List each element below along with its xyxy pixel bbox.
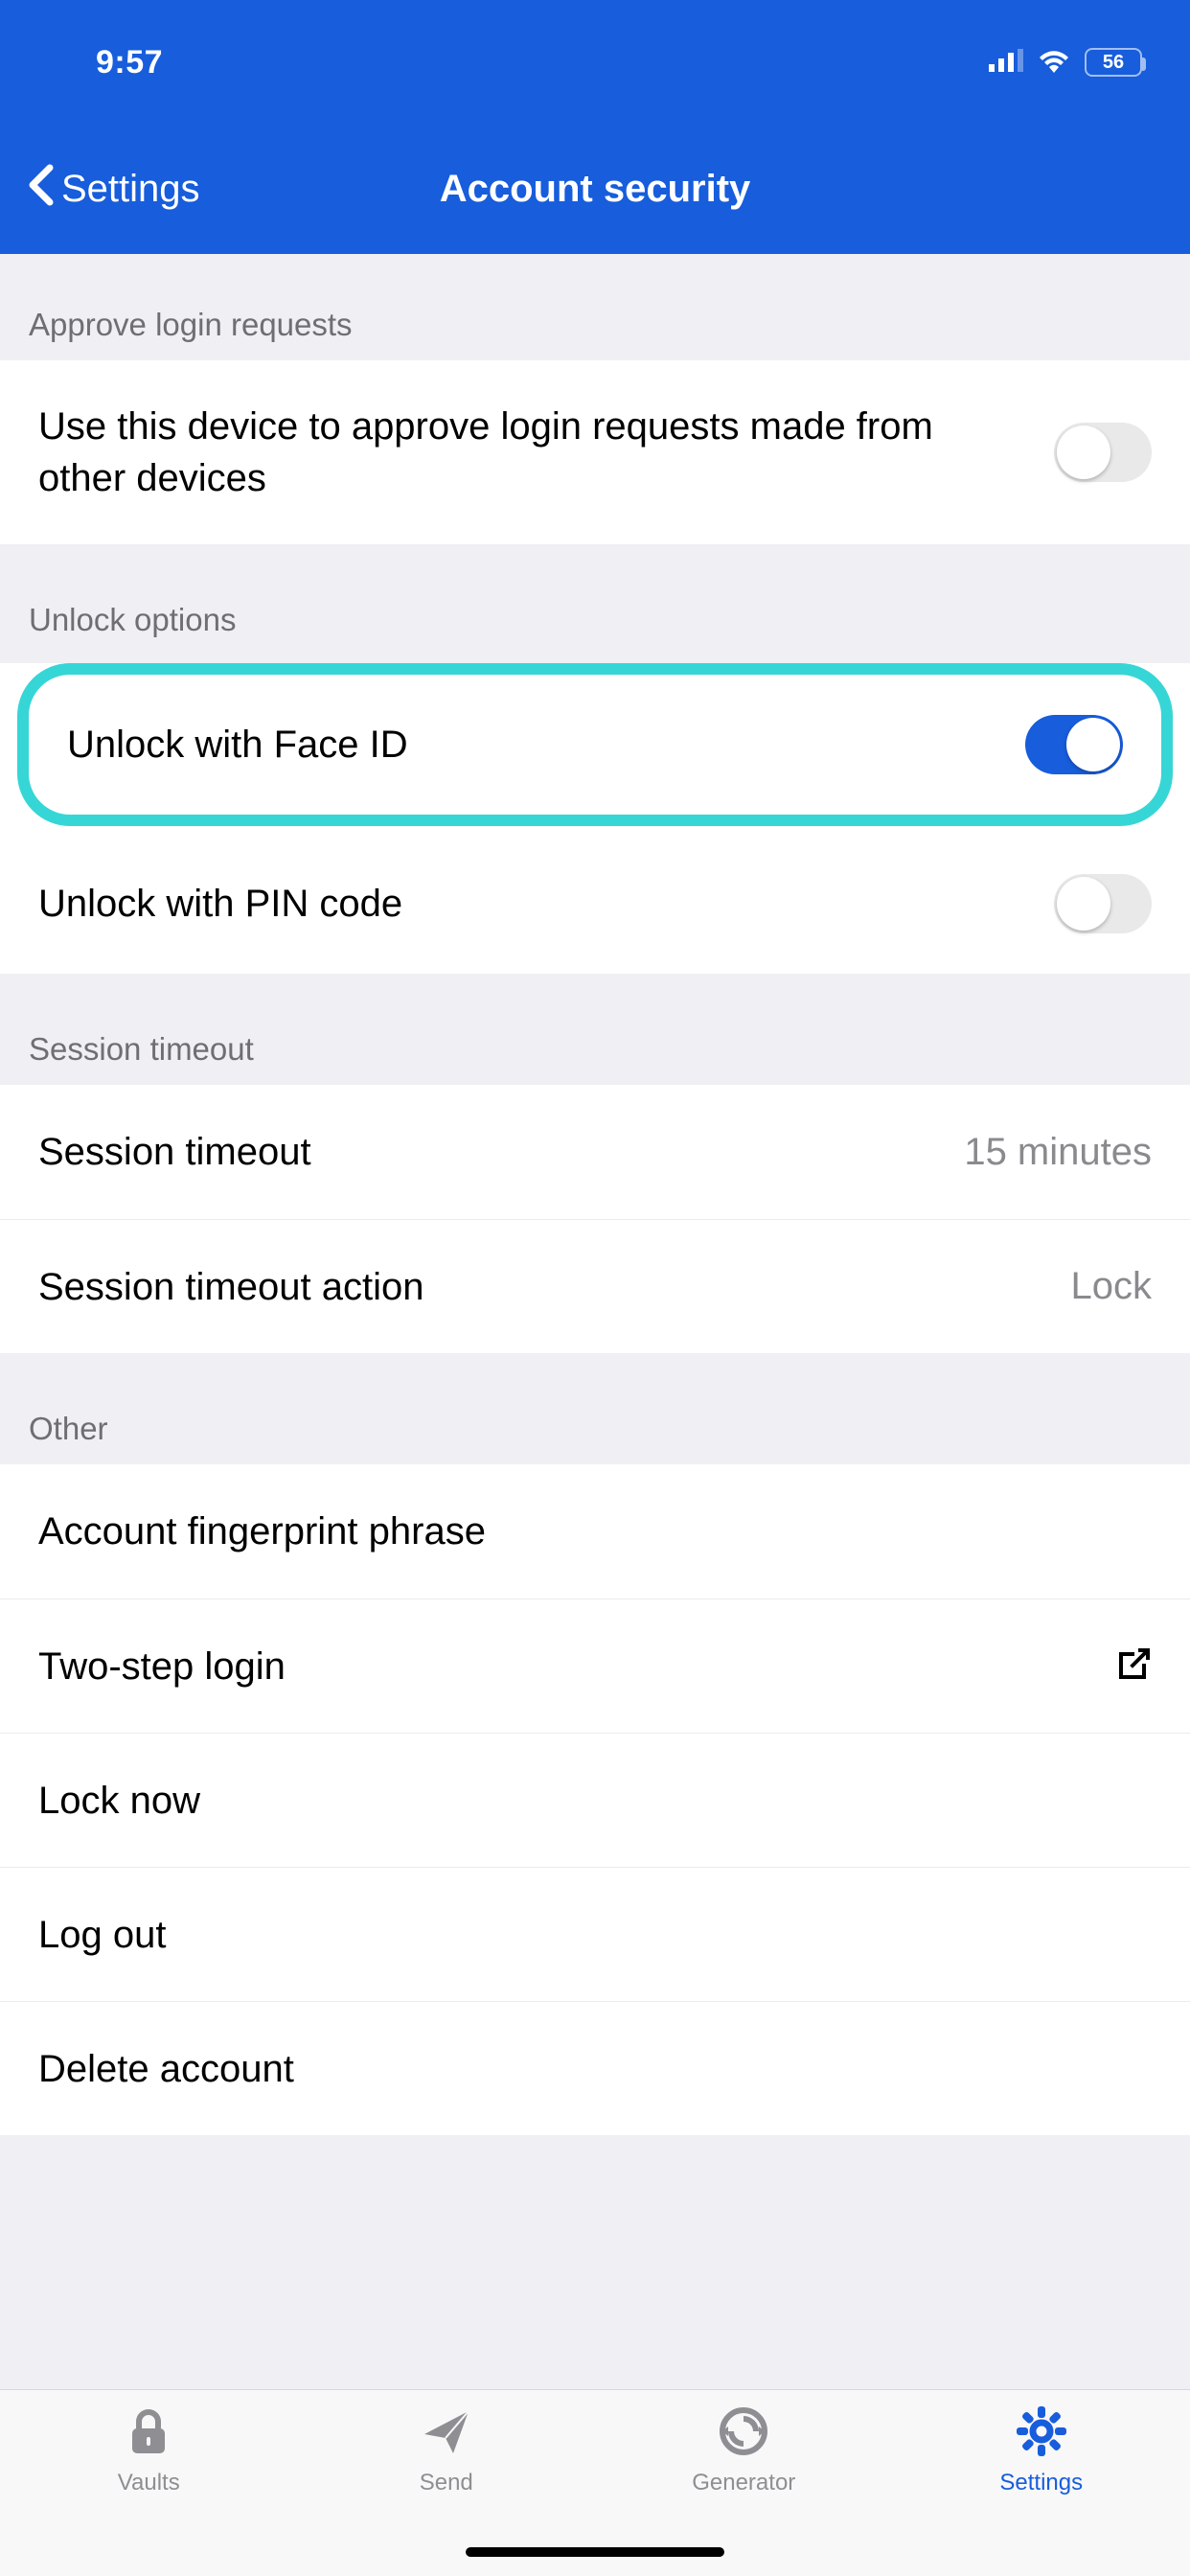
battery-icon: 56	[1085, 48, 1142, 77]
row-label: Unlock with Face ID	[67, 719, 996, 770]
tab-label: Settings	[999, 2470, 1083, 2496]
tab-label: Vaults	[118, 2470, 180, 2496]
row-value: Lock	[1071, 1265, 1153, 1308]
wifi-icon	[1037, 48, 1071, 78]
toggle-unlock-faceid[interactable]	[1025, 715, 1123, 774]
row-unlock-faceid-highlight: Unlock with Face ID	[17, 663, 1173, 826]
row-label: Two-step login	[38, 1641, 1081, 1692]
tab-settings[interactable]: Settings	[893, 2405, 1190, 2576]
row-label: Session timeout	[38, 1126, 935, 1178]
tab-vaults[interactable]: Vaults	[0, 2405, 298, 2576]
row-delete-account[interactable]: Delete account	[0, 2001, 1190, 2135]
row-fingerprint[interactable]: Account fingerprint phrase	[0, 1464, 1190, 1598]
status-indicators: 56	[989, 48, 1142, 78]
gear-icon	[1016, 2405, 1067, 2462]
section-session: Session timeout 15 minutes Session timeo…	[0, 1085, 1190, 1353]
row-label: Lock now	[38, 1775, 1152, 1827]
external-link-icon	[1110, 1643, 1152, 1690]
battery-percent: 56	[1103, 52, 1124, 74]
toggle-unlock-pin[interactable]	[1054, 874, 1152, 933]
section-other: Account fingerprint phrase Two-step logi…	[0, 1464, 1190, 2135]
row-label: Session timeout action	[38, 1261, 1042, 1313]
chevron-left-icon	[27, 164, 56, 216]
status-bar: 9:57 56	[0, 0, 1190, 125]
nav-bar: Settings Account security	[0, 125, 1190, 254]
section-header-session: Session timeout	[0, 974, 1190, 1085]
tab-label: Send	[420, 2470, 473, 2496]
cellular-icon	[989, 49, 1023, 77]
section-unlock: Unlock with Face ID Unlock with PIN code	[0, 663, 1190, 974]
back-label: Settings	[61, 168, 200, 211]
section-header-unlock: Unlock options	[0, 544, 1190, 656]
row-label: Log out	[38, 1909, 1152, 1961]
tab-label: Generator	[692, 2470, 795, 2496]
row-value: 15 minutes	[964, 1131, 1152, 1174]
row-label: Unlock with PIN code	[38, 878, 1025, 930]
home-indicator[interactable]	[466, 2547, 724, 2557]
row-two-step-login[interactable]: Two-step login	[0, 1598, 1190, 1733]
section-approve: Use this device to approve login request…	[0, 360, 1190, 544]
row-lock-now[interactable]: Lock now	[0, 1733, 1190, 1867]
row-session-timeout[interactable]: Session timeout 15 minutes	[0, 1085, 1190, 1219]
section-header-other: Other	[0, 1353, 1190, 1464]
tab-bar: Vaults Send Generator Settings	[0, 2389, 1190, 2576]
generator-icon	[718, 2405, 769, 2462]
row-label: Use this device to approve login request…	[38, 401, 1025, 504]
toggle-approve-login[interactable]	[1054, 423, 1152, 482]
row-unlock-faceid[interactable]: Unlock with Face ID	[29, 675, 1161, 815]
row-approve-login[interactable]: Use this device to approve login request…	[0, 360, 1190, 544]
section-header-approve: Approve login requests	[0, 254, 1190, 360]
status-time: 9:57	[96, 44, 163, 81]
row-label: Delete account	[38, 2043, 1152, 2095]
paper-plane-icon	[421, 2405, 472, 2462]
back-button[interactable]: Settings	[0, 164, 200, 216]
lock-icon	[123, 2405, 174, 2462]
row-log-out[interactable]: Log out	[0, 1867, 1190, 2001]
row-label: Account fingerprint phrase	[38, 1506, 1152, 1557]
row-session-action[interactable]: Session timeout action Lock	[0, 1219, 1190, 1353]
row-unlock-pin[interactable]: Unlock with PIN code	[0, 834, 1190, 974]
